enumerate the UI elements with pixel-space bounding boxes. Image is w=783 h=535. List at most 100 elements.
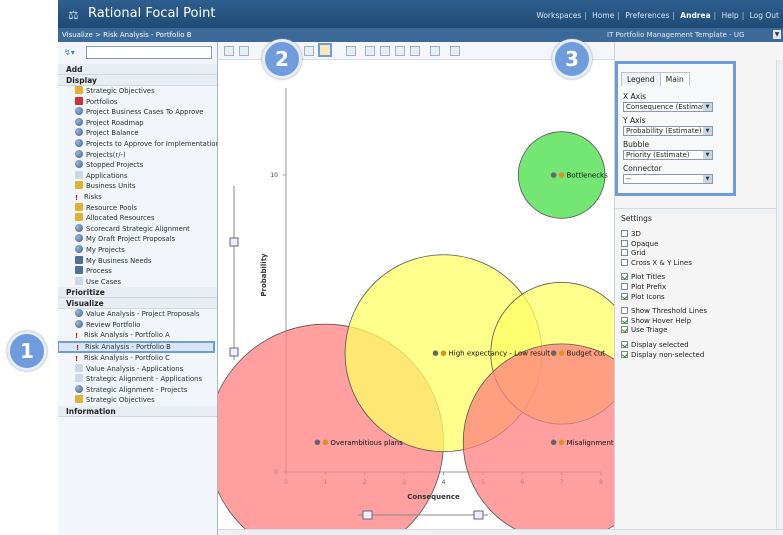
tab-legend[interactable]: Legend <box>621 72 661 86</box>
nav-help[interactable]: Help <box>722 11 739 20</box>
sidebar-item-label: Risk Analysis - Portfolio B <box>85 343 171 352</box>
checkbox[interactable] <box>621 249 628 257</box>
checkbox[interactable] <box>621 282 628 290</box>
sidebar-item[interactable]: Projects(r/-) <box>58 149 217 161</box>
toolbar-table-icon[interactable] <box>346 46 356 56</box>
sidebar-item[interactable]: Process <box>58 266 217 277</box>
sidebar-item[interactable]: Business Units <box>58 181 217 192</box>
settings-option[interactable]: 3D <box>621 230 781 240</box>
sidebar-item[interactable]: Strategic Alignment - Projects <box>58 384 217 396</box>
settings-option[interactable]: Opaque <box>621 239 781 250</box>
toolbar-line-icon[interactable] <box>304 46 314 56</box>
nav-logout[interactable]: Log Out <box>750 11 779 20</box>
settings-option[interactable]: Show Threshold Lines <box>621 307 781 317</box>
checkbox[interactable] <box>621 230 628 237</box>
checkbox[interactable] <box>621 292 628 300</box>
sidebar-item[interactable]: ! Risk Analysis - Portfolio A <box>58 330 217 341</box>
settings-option[interactable]: Plot Titles <box>621 273 781 283</box>
toolbar-copy-icon[interactable] <box>410 46 420 56</box>
checkbox[interactable] <box>621 239 628 247</box>
settings-panel: Legend Main X Axis Consequence (Estimate… <box>614 42 783 535</box>
nav-home[interactable]: Home <box>592 11 614 20</box>
nav-user[interactable]: Andrea <box>680 11 710 20</box>
toolbar-settings-icon[interactable] <box>450 46 460 56</box>
sidebar-item[interactable]: Project Roadmap <box>58 117 217 129</box>
sidebar-section-display[interactable]: Display <box>58 75 217 86</box>
checkbox[interactable] <box>621 307 628 315</box>
checkbox[interactable] <box>621 340 628 348</box>
settings-option[interactable]: Display selected <box>621 340 781 351</box>
sidebar-section-add[interactable]: Add <box>58 64 217 75</box>
toolbar-chart-icon[interactable] <box>224 46 234 56</box>
zoom-slider-handle[interactable] <box>229 347 239 357</box>
sidebar-item[interactable]: Allocated Resources <box>58 213 217 224</box>
sidebar-item[interactable]: My Projects <box>58 244 217 256</box>
sidebar-item[interactable]: Projects to Approve for Implementation <box>58 138 217 150</box>
sidebar-item[interactable]: Strategic Alignment - Applications <box>58 374 217 385</box>
sidebar-item[interactable]: Resource Pools <box>58 202 217 214</box>
y-axis-select[interactable]: Probability (Estimate) ▼ <box>623 126 713 136</box>
sidebar-search-input[interactable] <box>86 46 212 59</box>
globe-icon <box>75 160 83 169</box>
sidebar-item[interactable]: Use Cases <box>58 276 217 288</box>
settings-option[interactable]: Cross X & Y Lines <box>621 258 781 269</box>
sidebar-item[interactable]: Value Analysis - Project Proposals <box>58 309 217 320</box>
sidebar-item[interactable]: ! Risk Analysis - Portfolio C <box>58 353 217 364</box>
settings-option[interactable]: Plot Prefix <box>621 282 781 293</box>
toolbar-save-icon[interactable] <box>365 46 375 56</box>
horizontal-scrollbar[interactable] <box>218 529 783 535</box>
connector-select[interactable]: -- ▼ <box>623 174 713 184</box>
breadcrumb[interactable]: Visualize > Risk Analysis - Portfolio B <box>62 31 192 39</box>
checkbox[interactable] <box>621 350 628 358</box>
settings-option[interactable]: Use Triage <box>621 326 781 336</box>
sidebar-item[interactable]: Stopped Projects <box>58 160 217 171</box>
settings-option[interactable]: Display non-selected <box>621 350 781 361</box>
sidebar-item[interactable]: Strategic Objectives <box>58 395 217 406</box>
bubble-label[interactable]: Overambitious plans <box>330 439 403 447</box>
checkbox[interactable] <box>621 326 628 334</box>
search-options-icon[interactable]: ↯▾ <box>64 48 75 57</box>
nav-preferences[interactable]: Preferences <box>625 11 669 20</box>
checkbox[interactable] <box>621 273 628 281</box>
sidebar-item[interactable]: My Business Needs <box>58 255 217 267</box>
sidebar-item[interactable]: Project Business Cases To Approve <box>58 107 217 118</box>
toolbar-export-icon[interactable] <box>395 46 405 56</box>
pan-slider-handle[interactable] <box>362 510 373 520</box>
sidebar-item[interactable]: Portfolios <box>58 96 217 108</box>
checkbox[interactable] <box>621 258 628 266</box>
bubble-label[interactable]: Budget cut <box>567 350 606 358</box>
toolbar-print-icon[interactable] <box>380 46 390 56</box>
sidebar-item[interactable]: My Draft Project Proposals <box>58 234 217 245</box>
pan-slider-handle[interactable] <box>473 510 484 520</box>
sidebar-item[interactable]: ! Risk Analysis - Portfolio B <box>58 341 215 354</box>
nav-workspaces[interactable]: Workspaces <box>536 11 581 20</box>
template-dropdown-icon[interactable]: ▼ <box>773 30 781 39</box>
sidebar-section-visualize[interactable]: Visualize <box>58 298 217 310</box>
toolbar-image-icon[interactable] <box>430 46 440 56</box>
callout-1: 1 <box>7 331 47 371</box>
settings-option[interactable]: Show Hover Help <box>621 316 781 327</box>
sidebar-item[interactable]: Scorecard Strategic Alignment <box>58 223 217 235</box>
sidebar-item[interactable]: Review Portfolio <box>58 319 217 331</box>
sidebar-item[interactable]: Applications <box>58 170 217 182</box>
toolbar-bar-icon[interactable] <box>239 46 249 56</box>
tab-main[interactable]: Main <box>659 72 690 86</box>
vertical-scrollbar[interactable] <box>776 60 783 535</box>
bubble-label[interactable]: Bottlenecks <box>567 172 608 180</box>
sidebar-section-information[interactable]: Information <box>58 406 217 418</box>
settings-option[interactable]: Plot Icons <box>621 292 781 303</box>
sidebar-item[interactable]: ! Risks <box>58 192 217 203</box>
zoom-slider-handle[interactable] <box>229 237 239 247</box>
bubble-label[interactable]: High expectancy - Low result <box>449 350 551 358</box>
bubble-label[interactable]: Misalignment <box>567 439 614 447</box>
sidebar-item[interactable]: Project Balance <box>58 128 217 139</box>
sidebar-section-prioritize[interactable]: Prioritize <box>58 287 217 299</box>
bubble-select[interactable]: Priority (Estimate) ▼ <box>623 150 713 160</box>
sidebar-item[interactable]: Value Analysis - Applications <box>58 363 217 375</box>
checkbox[interactable] <box>621 316 628 324</box>
x-axis-select[interactable]: Consequence (Estimate) ▼ <box>623 102 713 112</box>
settings-option[interactable]: Grid <box>621 249 781 259</box>
settings-option-label: Plot Prefix <box>631 282 667 291</box>
sidebar-item[interactable]: Strategic Objectives <box>58 86 217 97</box>
toolbar-bubble-icon[interactable] <box>318 43 332 57</box>
